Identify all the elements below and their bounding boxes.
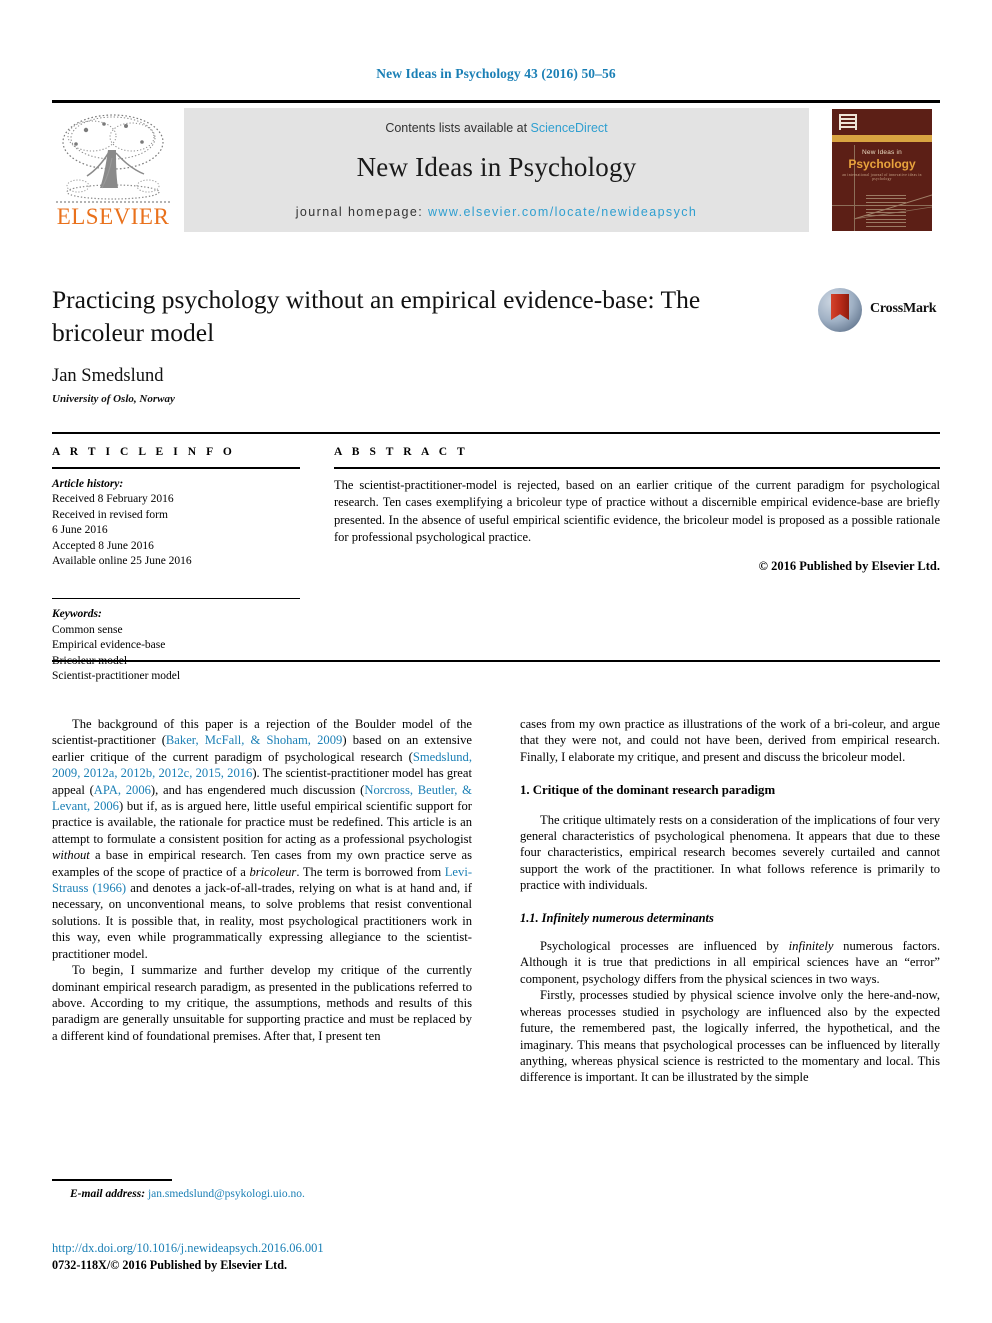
issn-copyright-line: 0732-118X/© 2016 Published by Elsevier L… <box>52 1258 288 1272</box>
journal-title: New Ideas in Psychology <box>356 152 637 182</box>
subsection-heading-1-1: 1.1. Infinitely numerous determinants <box>520 910 714 925</box>
history-available-online: Available online 25 June 2016 <box>52 555 192 567</box>
cover-text-lines <box>866 195 906 229</box>
text-run: . The term is borrowed from <box>296 864 445 879</box>
article-info-column: A R T I C L E I N F O Article history: R… <box>52 446 300 685</box>
paragraph: cases from my own practice as illustrati… <box>520 717 940 764</box>
crossmark-circle-icon <box>818 288 862 332</box>
contents-available-line: Contents lists available at ScienceDirec… <box>184 121 809 135</box>
paragraph: Firstly, processes studied by physical s… <box>520 988 940 1085</box>
abstract-column: A B S T R A C T The scientist-practition… <box>334 446 940 574</box>
masthead-top-rule <box>52 100 940 103</box>
email-label: E-mail address: <box>70 1187 146 1200</box>
cover-band <box>832 135 932 142</box>
paragraph: Psychological processes are influenced b… <box>520 938 940 987</box>
history-received: Received 8 February 2016 <box>52 493 174 505</box>
elsevier-wordmark: ELSEVIER <box>56 204 170 229</box>
citation-link[interactable]: Baker, McFall, & Shoham, 2009 <box>166 733 342 747</box>
crossmark-ribbon-icon <box>831 294 849 320</box>
keywords-rule <box>52 597 300 599</box>
info-top-rule <box>52 432 940 434</box>
history-accepted: Accepted 8 June 2016 <box>52 539 154 552</box>
emphasis: without <box>52 848 90 863</box>
crossmark-badge[interactable]: CrossMark <box>818 288 942 334</box>
info-bottom-rule <box>52 660 940 662</box>
text-run: Psychological processes are influenced b… <box>540 939 789 954</box>
cover-tagline: an international journal of innovative i… <box>842 173 922 181</box>
crossmark-label: CrossMark <box>870 301 937 316</box>
article-info-rule <box>52 467 300 469</box>
paragraph: To begin, I summarize and further develo… <box>52 963 472 1043</box>
contents-prefix: Contents lists available at <box>385 121 531 135</box>
title-block: Practicing psychology without an empiric… <box>52 283 940 405</box>
abstract-text: The scientist-practitioner-model is reje… <box>334 477 940 545</box>
footnote-block: E-mail address: jan.smedslund@psykologi.… <box>52 1179 472 1200</box>
emphasis: bricoleur <box>249 864 297 879</box>
abstract-copyright: © 2016 Published by Elsevier Ltd. <box>758 558 940 573</box>
body-column-left: The background of this paper is a reject… <box>52 716 472 1044</box>
article-history-label: Article history: <box>52 477 124 490</box>
article-page: New Ideas in Psychology 43 (2016) 50–56 <box>0 0 992 1323</box>
sciencedirect-link[interactable]: ScienceDirect <box>531 121 608 135</box>
citation-link[interactable]: APA, 2006 <box>94 783 151 797</box>
homepage-prefix: journal homepage: <box>295 205 428 219</box>
text-run: ), and has engendered much discussion ( <box>150 782 365 797</box>
journal-homepage-line: journal homepage: www.elsevier.com/locat… <box>184 205 809 219</box>
footnote-email-line: E-mail address: jan.smedslund@psykologi.… <box>52 1188 472 1200</box>
journal-cover-thumbnail[interactable]: New Ideas in Psychology an international… <box>824 106 940 234</box>
footnote-rule <box>52 1179 172 1181</box>
paragraph: The background of this paper is a reject… <box>52 716 472 962</box>
cover-journal-name: Psychology <box>848 157 916 171</box>
elsevier-tree-icon <box>56 108 170 206</box>
article-info-heading: A R T I C L E I N F O <box>52 446 236 458</box>
keywords-spacer <box>52 570 300 589</box>
body-column-right: cases from my own practice as illustrati… <box>520 716 940 1086</box>
cover-subtitle: New Ideas in <box>862 149 902 156</box>
journal-homepage-link[interactable]: www.elsevier.com/locate/newideapsych <box>428 205 697 219</box>
author-name: Jan Smedslund <box>52 366 164 386</box>
cover-publisher-mark-icon <box>839 114 857 130</box>
abstract-heading: A B S T R A C T <box>334 446 469 458</box>
elsevier-logo: ELSEVIER <box>52 108 174 232</box>
section-heading-1: 1. Critique of the dominant research par… <box>520 783 776 798</box>
masthead-panel: Contents lists available at ScienceDirec… <box>184 108 809 232</box>
keyword-item: Scientist-practitioner model <box>52 670 181 682</box>
doi-link[interactable]: http://dx.doi.org/10.1016/j.newideapsych… <box>52 1240 552 1257</box>
abstract-rule <box>334 467 940 469</box>
journal-masthead: ELSEVIER Contents lists available at Sci… <box>52 100 940 234</box>
emphasis: infinitely <box>788 939 834 954</box>
paragraph: The critique ultimately rests on a consi… <box>520 812 940 893</box>
keyword-item: Empirical evidence-base <box>52 639 166 651</box>
running-head: New Ideas in Psychology 43 (2016) 50–56 <box>376 66 616 81</box>
doi-block: http://dx.doi.org/10.1016/j.newideapsych… <box>52 1240 552 1274</box>
author-affiliation: University of Oslo, Norway <box>52 393 175 405</box>
keywords-label: Keywords: <box>52 608 102 620</box>
cover-artwork: New Ideas in Psychology an international… <box>832 109 932 231</box>
history-revised-date: 6 June 2016 <box>52 524 108 536</box>
keyword-item: Common sense <box>52 623 123 636</box>
email-link[interactable]: jan.smedslund@psykologi.uio.no. <box>148 1188 305 1200</box>
page-title: Practicing psychology without an empiric… <box>52 285 701 347</box>
history-revised-label: Received in revised form <box>52 508 168 521</box>
